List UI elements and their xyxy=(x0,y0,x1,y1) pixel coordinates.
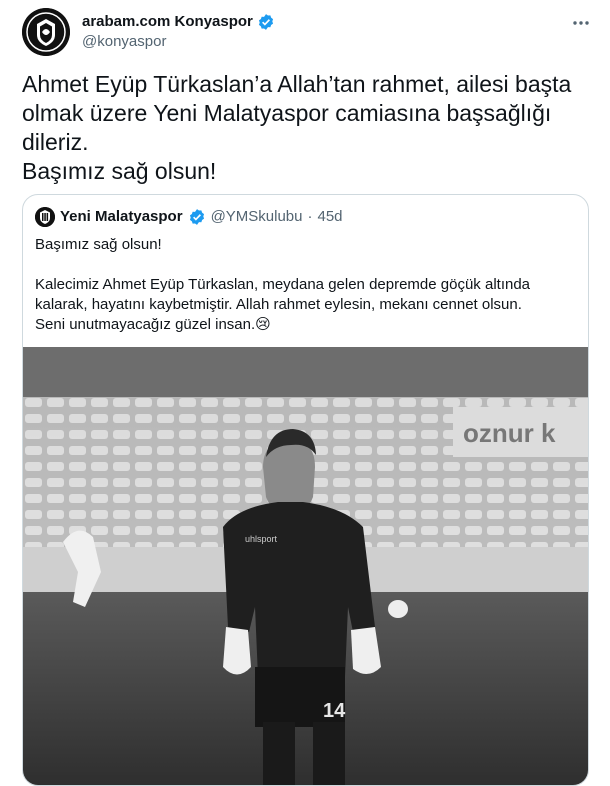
tweet-header: arabam.com Konyaspor @konyaspor xyxy=(22,8,594,56)
tweet-text: Ahmet Eyüp Türkaslan’a Allah’tan rahmet,… xyxy=(22,71,572,184)
verified-badge-icon xyxy=(189,209,204,225)
quoted-tweet[interactable]: Yeni Malatyaspor @YMSkulubu · 45d Başımı… xyxy=(22,194,589,786)
konyaspor-avatar[interactable] xyxy=(22,8,70,56)
quoted-tweet-text: Başımız sağ olsun! Kalecimiz Ahmet Eyüp … xyxy=(35,236,531,333)
verified-badge-icon xyxy=(258,14,273,30)
more-icon[interactable] xyxy=(570,12,592,34)
yeni-malatyaspor-crest-icon xyxy=(35,207,55,227)
author-handle[interactable]: @konyaspor xyxy=(82,32,275,52)
quoted-author-handle[interactable]: @YMSkulubu xyxy=(211,207,303,227)
goalkeeper-photo[interactable]: oznur k uhlsport 14 xyxy=(23,347,588,786)
jersey-brand-text: uhlsport xyxy=(245,534,278,544)
stadium-banner-text: oznur k xyxy=(463,418,556,448)
konyaspor-crest-icon xyxy=(22,8,70,56)
yeni-malatyaspor-avatar xyxy=(35,207,55,227)
quoted-author-name[interactable]: Yeni Malatyaspor xyxy=(60,207,183,227)
author-name[interactable]: arabam.com Konyaspor xyxy=(82,12,253,32)
quoted-tweet-header: Yeni Malatyaspor @YMSkulubu · 45d xyxy=(35,207,343,227)
jersey-number: 14 xyxy=(323,700,346,722)
quoted-timestamp[interactable]: 45d xyxy=(318,207,343,227)
separator-dot: · xyxy=(307,208,313,225)
